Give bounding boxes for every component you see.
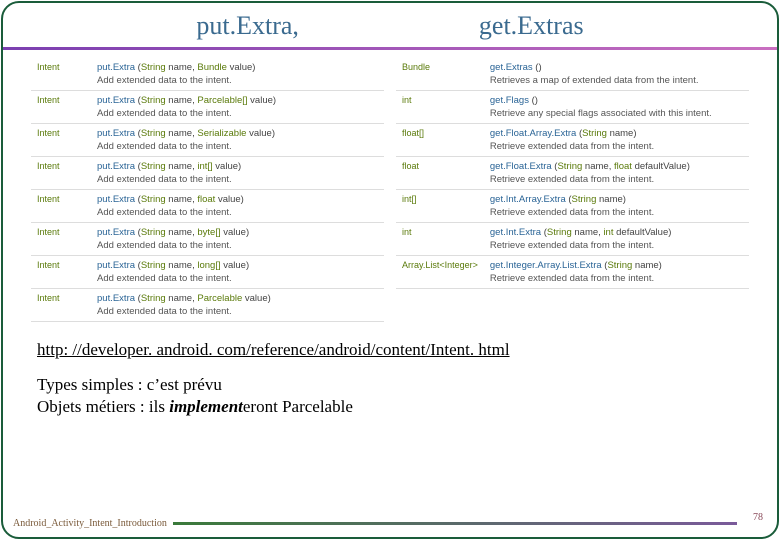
method-desc: Add extended data to the intent. — [97, 207, 378, 218]
return-type: int[] — [396, 190, 484, 223]
body-line2: Objets métiers : ils implementeront Parc… — [37, 396, 743, 418]
method-cell: get.Extras ()Retrieves a map of extended… — [484, 58, 749, 91]
method-desc: Retrieve any special flags associated wi… — [490, 108, 743, 119]
table-row: intget.Flags ()Retrieve any special flag… — [396, 91, 749, 124]
return-type: Intent — [31, 289, 91, 322]
method-desc: Retrieve extended data from the intent. — [490, 141, 743, 152]
method-desc: Add extended data to the intent. — [97, 108, 378, 119]
method-desc: Add extended data to the intent. — [97, 174, 378, 185]
return-type: Intent — [31, 124, 91, 157]
footer-label: Android_Activity_Intent_Introduction — [3, 518, 173, 529]
return-type: Intent — [31, 157, 91, 190]
header-right: get.Extras — [479, 11, 584, 41]
return-type: Array.List<Integer> — [396, 256, 484, 289]
method-cell: get.Float.Extra (String name, float defa… — [484, 157, 749, 190]
method-link[interactable]: put.Extra — [97, 260, 135, 271]
method-cell: get.Flags ()Retrieve any special flags a… — [484, 91, 749, 124]
table-row: Intentput.Extra (String name, byte[] val… — [31, 223, 384, 256]
table-row: Intentput.Extra (String name, Bundle val… — [31, 58, 384, 91]
method-cell: get.Integer.Array.List.Extra (String nam… — [484, 256, 749, 289]
method-link[interactable]: get.Extras — [490, 62, 533, 73]
slide: put.Extra, get.Extras Intentput.Extra (S… — [1, 1, 779, 539]
table-row: float[]get.Float.Array.Extra (String nam… — [396, 124, 749, 157]
method-link[interactable]: put.Extra — [97, 62, 135, 73]
method-cell: put.Extra (String name, Serializable val… — [91, 124, 384, 157]
footer: Android_Activity_Intent_Introduction — [3, 518, 777, 529]
put-extra-table: Intentput.Extra (String name, Bundle val… — [31, 58, 384, 322]
return-type: float[] — [396, 124, 484, 157]
method-link[interactable]: put.Extra — [97, 128, 135, 139]
body-text: Types simples : c’est prévu Objets métie… — [3, 370, 777, 422]
return-type: Intent — [31, 256, 91, 289]
method-desc: Add extended data to the intent. — [97, 75, 378, 86]
method-desc: Add extended data to the intent. — [97, 306, 378, 317]
method-link[interactable]: get.Integer.Array.List.Extra — [490, 260, 602, 271]
table-row: floatget.Float.Extra (String name, float… — [396, 157, 749, 190]
method-link[interactable]: get.Float.Array.Extra — [490, 128, 576, 139]
return-type: Bundle — [396, 58, 484, 91]
method-cell: put.Extra (String name, Parcelable[] val… — [91, 91, 384, 124]
method-link[interactable]: get.Flags — [490, 95, 529, 106]
table-row: Intentput.Extra (String name, Parcelable… — [31, 91, 384, 124]
method-desc: Add extended data to the intent. — [97, 141, 378, 152]
table-row: int[]get.Int.Array.Extra (String name)Re… — [396, 190, 749, 223]
return-type: Intent — [31, 58, 91, 91]
method-cell: put.Extra (String name, float value)Add … — [91, 190, 384, 223]
table-row: Intentput.Extra (String name, Parcelable… — [31, 289, 384, 322]
method-cell: put.Extra (String name, Bundle value)Add… — [91, 58, 384, 91]
table-row: Intentput.Extra (String name, int[] valu… — [31, 157, 384, 190]
table-row: Intentput.Extra (String name, float valu… — [31, 190, 384, 223]
return-type: float — [396, 157, 484, 190]
method-desc: Add extended data to the intent. — [97, 273, 378, 284]
method-desc: Retrieve extended data from the intent. — [490, 240, 743, 251]
header-left: put.Extra, — [196, 11, 299, 41]
right-column: Bundleget.Extras ()Retrieves a map of ex… — [396, 58, 749, 322]
method-cell: get.Int.Extra (String name, int defaultV… — [484, 223, 749, 256]
method-link[interactable]: put.Extra — [97, 227, 135, 238]
left-column: Intentput.Extra (String name, Bundle val… — [31, 58, 384, 322]
table-row: Intentput.Extra (String name, long[] val… — [31, 256, 384, 289]
return-type: Intent — [31, 190, 91, 223]
return-type: int — [396, 223, 484, 256]
body-line1: Types simples : c’est prévu — [37, 374, 743, 396]
table-row: intget.Int.Extra (String name, int defau… — [396, 223, 749, 256]
method-link[interactable]: put.Extra — [97, 95, 135, 106]
method-cell: get.Int.Array.Extra (String name)Retriev… — [484, 190, 749, 223]
return-type: Intent — [31, 223, 91, 256]
header-row: put.Extra, get.Extras — [3, 3, 777, 45]
method-link[interactable]: get.Int.Array.Extra — [490, 194, 566, 205]
method-desc: Retrieve extended data from the intent. — [490, 174, 743, 185]
reference-link[interactable]: http: //developer. android. com/referenc… — [3, 322, 777, 370]
method-desc: Retrieve extended data from the intent. — [490, 273, 743, 284]
method-cell: put.Extra (String name, byte[] value)Add… — [91, 223, 384, 256]
method-link[interactable]: put.Extra — [97, 161, 135, 172]
footer-line — [173, 522, 737, 525]
method-desc: Retrieves a map of extended data from th… — [490, 75, 743, 86]
method-desc: Retrieve extended data from the intent. — [490, 207, 743, 218]
table-row: Intentput.Extra (String name, Serializab… — [31, 124, 384, 157]
method-cell: put.Extra (String name, long[] value)Add… — [91, 256, 384, 289]
method-cell: put.Extra (String name, int[] value)Add … — [91, 157, 384, 190]
method-cell: get.Float.Array.Extra (String name)Retri… — [484, 124, 749, 157]
method-link[interactable]: put.Extra — [97, 194, 135, 205]
tables-container: Intentput.Extra (String name, Bundle val… — [3, 58, 777, 322]
method-link[interactable]: put.Extra — [97, 293, 135, 304]
return-type: int — [396, 91, 484, 124]
method-link[interactable]: get.Int.Extra — [490, 227, 541, 238]
method-cell: put.Extra (String name, Parcelable value… — [91, 289, 384, 322]
method-desc: Add extended data to the intent. — [97, 240, 378, 251]
method-link[interactable]: get.Float.Extra — [490, 161, 552, 172]
table-row: Array.List<Integer>get.Integer.Array.Lis… — [396, 256, 749, 289]
return-type: Intent — [31, 91, 91, 124]
header-divider — [3, 47, 777, 50]
page-number: 78 — [753, 512, 763, 523]
get-extras-table: Bundleget.Extras ()Retrieves a map of ex… — [396, 58, 749, 289]
table-row: Bundleget.Extras ()Retrieves a map of ex… — [396, 58, 749, 91]
